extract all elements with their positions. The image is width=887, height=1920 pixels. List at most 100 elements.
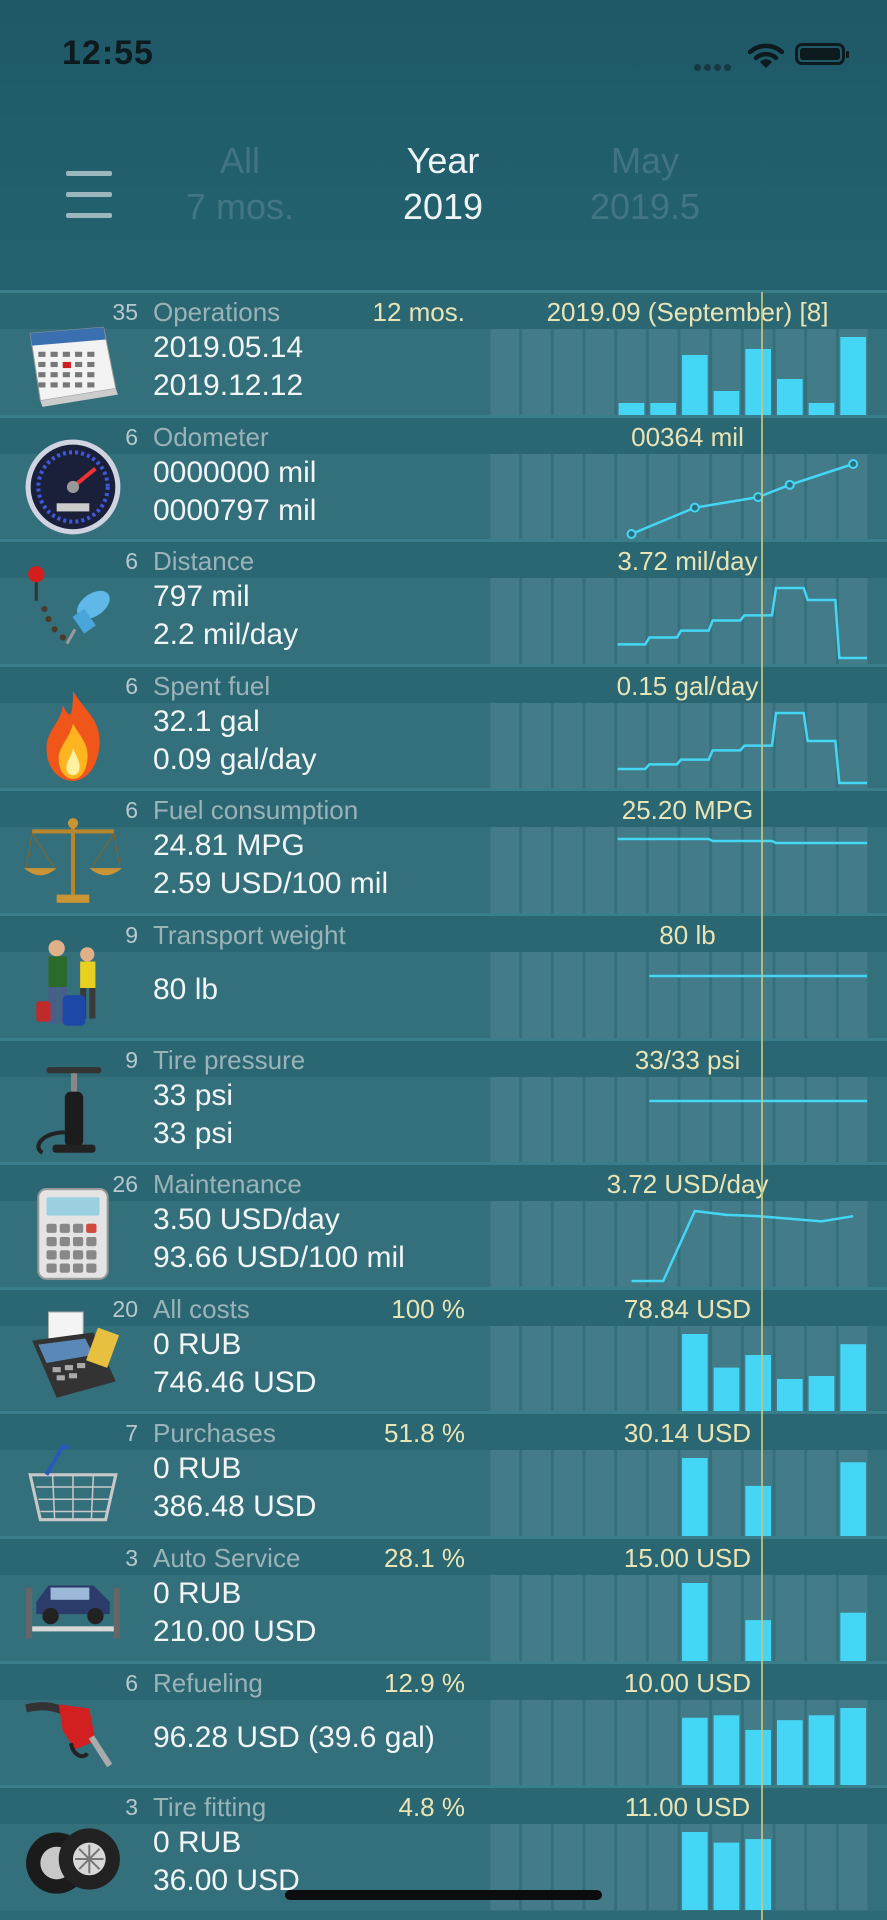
stat-row-operations[interactable]: 35 Operations 12 mos. 2019.09 (September) [… bbox=[0, 290, 887, 416]
chart-month-slot bbox=[775, 702, 805, 789]
row-current-value: 15.00 USD bbox=[623, 1543, 752, 1573]
row-chart[interactable] bbox=[489, 1076, 869, 1163]
period-year-label: Year bbox=[406, 140, 480, 181]
chart-month-slot bbox=[585, 1575, 615, 1661]
period-year[interactable]: Year 2019 bbox=[353, 138, 533, 230]
entry-count: 3 bbox=[125, 1545, 138, 1571]
chart-month-slot bbox=[807, 1450, 836, 1537]
row-title: Fuel consumption bbox=[153, 795, 359, 826]
car-lift-icon bbox=[22, 1559, 124, 1655]
row-chart[interactable] bbox=[489, 1575, 869, 1661]
chart-month-slot bbox=[712, 453, 741, 540]
menu-button[interactable] bbox=[66, 171, 112, 219]
chart-bar bbox=[745, 1486, 771, 1537]
row-current-value: 30.14 USD bbox=[623, 1418, 752, 1449]
entry-count: 20 bbox=[112, 1295, 138, 1322]
chart-month-slot bbox=[617, 1450, 646, 1537]
chart-month-slot bbox=[490, 702, 520, 789]
row-value-primary: 0000000 mil bbox=[153, 455, 317, 489]
chart-bar bbox=[682, 1333, 708, 1412]
row-title: Distance bbox=[153, 546, 255, 577]
row-value-primary: 2019.05.14 bbox=[153, 331, 304, 364]
chart-month-slot bbox=[838, 1076, 868, 1163]
row-title: Transport weight bbox=[153, 920, 346, 950]
stat-row-spent-fuel[interactable]: 6 Spent fuel 0.15 gal/day 32.1 gal 0.09 gal/… bbox=[0, 663, 887, 790]
chart-month-slot bbox=[743, 952, 773, 1038]
stat-row-purchases[interactable]: 7 Purchases 51.8 % 30.14 USD 0 RUB 386.48 USD bbox=[0, 1411, 887, 1538]
row-current-value: 3.72 USD/day bbox=[606, 1169, 769, 1200]
chart-month-slot bbox=[490, 827, 520, 914]
chart-month-slot bbox=[553, 1575, 583, 1661]
row-chart[interactable] bbox=[489, 453, 869, 540]
row-value-secondary: 2.2 mil/day bbox=[153, 618, 299, 652]
stat-row-transport-weight[interactable]: 9 Transport weight 80 lb 80 lb bbox=[0, 913, 887, 1039]
row-value-primary: 3.50 USD/day bbox=[153, 1203, 340, 1237]
row-chart[interactable] bbox=[489, 1325, 869, 1412]
stat-row-fuel-consumption[interactable]: 6 Fuel consumption 25.20 MPG 24.81 MPG 2.59 … bbox=[0, 788, 887, 915]
chart-month-slot bbox=[648, 952, 678, 1038]
row-share: 28.1 % bbox=[384, 1543, 465, 1573]
stat-row-tire-pressure[interactable]: 9 Tire pressure 33/33 psi 33 psi 33 psi bbox=[0, 1037, 887, 1164]
chart-month-slot bbox=[807, 329, 836, 415]
chart-month-slot bbox=[838, 1201, 868, 1288]
chart-month-slot bbox=[585, 1699, 615, 1786]
chart-point bbox=[689, 502, 700, 513]
period-may-label: May bbox=[610, 140, 679, 181]
chart-month-slot bbox=[838, 1824, 868, 1911]
row-value-primary: 797 mil bbox=[153, 580, 250, 614]
stat-row-refueling[interactable]: 6 Refueling 12.9 % 10.00 USD 96.28 USD (39.6… bbox=[0, 1660, 887, 1787]
row-title: All costs bbox=[153, 1293, 250, 1324]
row-value-secondary: 0.09 gal/day bbox=[153, 742, 317, 776]
calculator-icon bbox=[22, 1185, 124, 1281]
row-title: Tire pressure bbox=[153, 1044, 306, 1075]
chart-month-slot bbox=[648, 1575, 678, 1661]
chart-month-slot bbox=[585, 1076, 615, 1163]
stat-row-maintenance[interactable]: 26 Maintenance 3.72 USD/day 3.50 USD/day 93.… bbox=[0, 1162, 887, 1289]
row-chart[interactable] bbox=[489, 329, 869, 415]
stat-row-auto-service[interactable]: 3 Auto Service 28.1 % 15.00 USD 0 RUB 210.00 … bbox=[0, 1536, 887, 1662]
chart-point bbox=[626, 528, 637, 539]
chart-month-slot bbox=[617, 952, 646, 1038]
air-pump-icon bbox=[22, 1061, 124, 1157]
row-chart[interactable] bbox=[489, 1699, 869, 1786]
chart-month-slot bbox=[680, 702, 710, 789]
chart-month-slot bbox=[490, 1575, 520, 1661]
chart-month-slot bbox=[648, 1325, 678, 1412]
chart-bar bbox=[713, 1367, 740, 1412]
row-share: 51.8 % bbox=[384, 1418, 465, 1449]
chart-point bbox=[784, 479, 795, 490]
period-cursor-line[interactable] bbox=[761, 292, 763, 1920]
battery-icon bbox=[795, 43, 849, 65]
chart-bar bbox=[777, 1378, 803, 1412]
stat-row-odometer[interactable]: 6 Odometer 00364 mil 0000000 mil 0000797 mil bbox=[0, 414, 887, 541]
chart-month-slot bbox=[490, 1325, 520, 1412]
chart-month-slot bbox=[585, 1201, 615, 1288]
chart-month-slot bbox=[617, 453, 646, 540]
row-chart[interactable] bbox=[489, 578, 869, 665]
stat-row-distance[interactable]: 6 Distance 3.72 mil/day 797 mil 2.2 mil/day bbox=[0, 539, 887, 666]
entry-count: 6 bbox=[125, 672, 138, 699]
row-current-value: 0.15 gal/day bbox=[616, 670, 759, 701]
chart-point bbox=[848, 458, 859, 469]
period-all[interactable]: All 7 mos. bbox=[150, 138, 330, 230]
chart-month-slot bbox=[585, 329, 615, 415]
chart-month-slot bbox=[712, 952, 741, 1038]
chart-month-slot bbox=[775, 453, 805, 540]
row-value-primary: 0 RUB bbox=[153, 1826, 242, 1860]
row-chart[interactable] bbox=[489, 952, 869, 1038]
chart-month-slot bbox=[712, 1575, 741, 1661]
chart-month-slot bbox=[775, 578, 805, 665]
row-chart[interactable] bbox=[489, 1450, 869, 1537]
chart-month-slot bbox=[553, 952, 583, 1038]
row-chart[interactable] bbox=[489, 827, 869, 914]
chart-bar bbox=[745, 1839, 771, 1911]
stat-row-all-costs[interactable]: 20 All costs 100 % 78.84 USD 0 RUB 746.46 USD bbox=[0, 1286, 887, 1413]
row-chart[interactable] bbox=[489, 702, 869, 789]
home-indicator[interactable] bbox=[285, 1890, 602, 1900]
row-chart[interactable] bbox=[489, 1201, 869, 1288]
chart-bar bbox=[745, 1620, 771, 1661]
chart-month-slot bbox=[617, 1201, 646, 1288]
period-may[interactable]: May 2019.5 bbox=[555, 138, 735, 230]
chart-month-slot bbox=[490, 578, 520, 665]
chart-month-slot bbox=[807, 952, 836, 1038]
